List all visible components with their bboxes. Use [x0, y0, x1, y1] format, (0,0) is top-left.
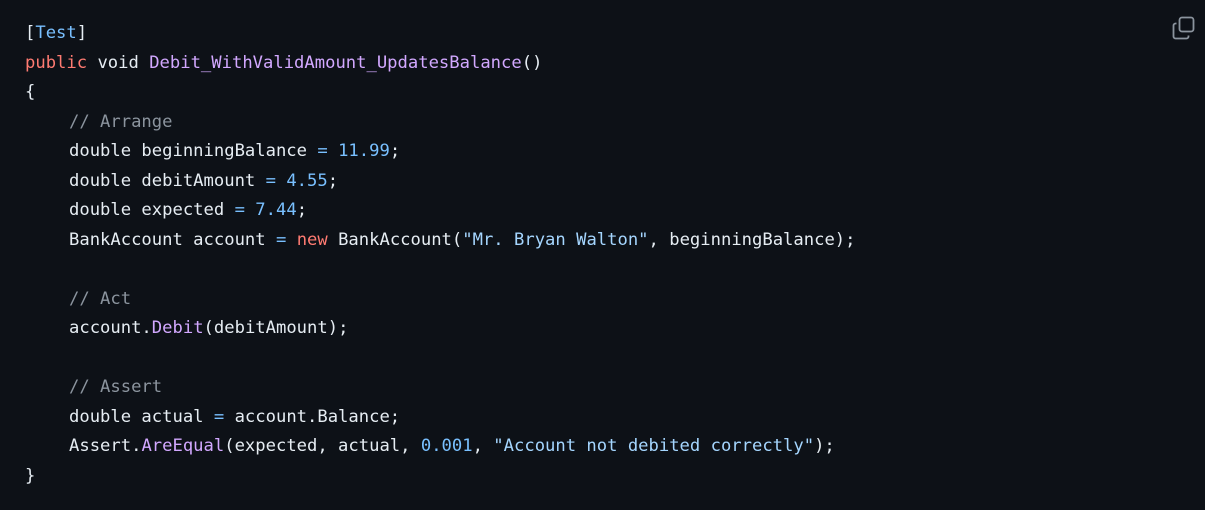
keyword: new [296, 229, 328, 250]
comment: // Arrange [69, 111, 173, 132]
operator: = [213, 406, 225, 427]
bracket: [ [25, 23, 36, 43]
code-text: (expected, actual, [224, 436, 421, 456]
code-content: [Test] public void Debit_WithValidAmount… [25, 19, 856, 491]
string-literal: "Mr. Bryan Walton" [462, 229, 649, 250]
attribute-test: Test [35, 23, 77, 43]
code-text: , beginningBalance); [648, 229, 856, 250]
method-name: AreEqual [141, 436, 225, 456]
keyword: public [25, 52, 88, 73]
code-text: ); [814, 436, 835, 456]
code-text: BankAccount( [327, 229, 463, 250]
code-block: [Test] public void Debit_WithValidAmount… [0, 0, 1205, 510]
number-literal: 4.55 [286, 170, 328, 191]
number-literal: 0.001 [420, 436, 473, 456]
code-text: BankAccount account [69, 229, 276, 250]
code-text: () [521, 52, 543, 73]
code-text: double debitAmount [69, 170, 266, 191]
operator: = [317, 141, 328, 161]
copy-icon [1172, 16, 1195, 40]
operator: = [234, 200, 245, 220]
code-line: [Test] [25, 19, 856, 49]
code-text: ; [296, 200, 308, 220]
code-text: double actual [69, 406, 214, 427]
comment: // Act [69, 288, 132, 309]
bracket: ] [76, 23, 88, 43]
string-literal: "Account not debited correctly" [493, 436, 815, 456]
code-text: ; [389, 141, 401, 161]
code-line: public void Debit_WithValidAmount_Update… [25, 49, 856, 79]
code-text: double expected [69, 200, 235, 220]
code-line: // Act [25, 285, 856, 315]
code-text: Assert. [69, 436, 142, 456]
code-line: double expected = 7.44; [25, 196, 856, 226]
code-line: { [25, 78, 856, 108]
code-line: double debitAmount = 4.55; [25, 167, 856, 197]
code-line: account.Debit(debitAmount); [25, 314, 856, 344]
code-text: } [25, 465, 36, 486]
code-text: (debitAmount); [203, 318, 349, 338]
code-text: , [472, 436, 494, 456]
code-text: double beginningBalance [69, 141, 318, 161]
code-text: account. [69, 318, 152, 338]
operator: = [275, 229, 287, 250]
method-name: Debit [151, 318, 204, 338]
code-line: // Assert [25, 373, 856, 403]
code-text: account.Balance; [224, 406, 401, 427]
comment: // Assert [69, 377, 163, 397]
operator: = [265, 170, 276, 191]
code-text: { [25, 82, 36, 102]
copy-button[interactable] [1170, 14, 1198, 42]
code-text: void [87, 52, 150, 73]
code-line: double actual = account.Balance; [25, 403, 856, 433]
code-line: // Arrange [25, 108, 856, 138]
method-name: Debit_WithValidAmount_UpdatesBalance [149, 52, 522, 73]
number-literal: 7.44 [255, 200, 297, 220]
code-line: Assert.AreEqual(expected, actual, 0.001,… [25, 432, 856, 462]
code-line: BankAccount account = new BankAccount("M… [25, 226, 856, 256]
code-text: ; [327, 170, 339, 191]
number-literal: 11.99 [338, 141, 390, 161]
code-line: } [25, 462, 856, 492]
code-line: double beginningBalance = 11.99; [25, 137, 856, 167]
